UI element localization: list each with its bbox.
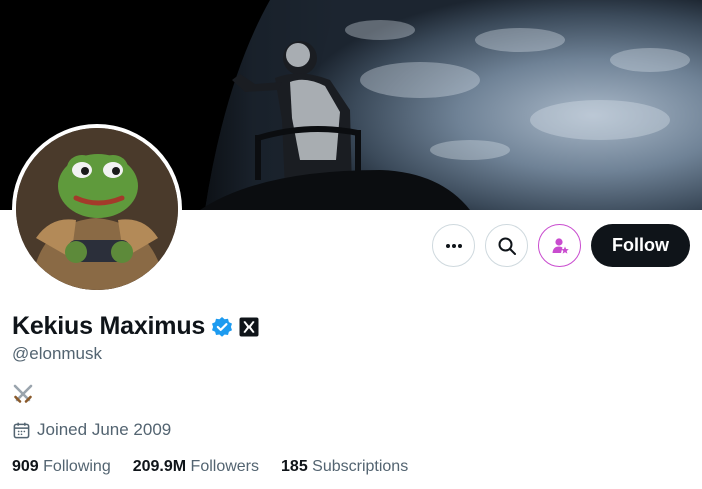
profile-avatar[interactable] bbox=[12, 124, 182, 294]
joined-date: Joined June 2009 bbox=[12, 420, 171, 440]
crossed-swords-icon bbox=[13, 384, 33, 403]
user-handle: @elonmusk bbox=[12, 344, 103, 363]
display-name: Kekius Maximus bbox=[12, 312, 206, 340]
subscriptions-count: 185 bbox=[281, 458, 313, 475]
pepe-warrior-avatar bbox=[16, 128, 178, 290]
followers-count: 209.9M bbox=[132, 458, 191, 475]
followers-label: Followers bbox=[190, 458, 260, 475]
verified-badge-icon[interactable] bbox=[211, 316, 233, 338]
search-button[interactable] bbox=[485, 224, 528, 267]
more-button[interactable] bbox=[432, 224, 475, 267]
calendar-icon bbox=[13, 422, 30, 438]
search-icon bbox=[498, 237, 516, 255]
joined-text: Joined June 2009 bbox=[37, 420, 172, 439]
subscribe-person-star-icon bbox=[552, 237, 569, 254]
following-label: Following bbox=[43, 458, 111, 475]
followers-link[interactable]: 209.9M Followers bbox=[133, 458, 259, 476]
following-count: 909 bbox=[12, 458, 44, 475]
profile-actions: Follow bbox=[432, 224, 690, 267]
subscribe-button[interactable] bbox=[538, 224, 581, 267]
avatar-image bbox=[16, 128, 178, 290]
follow-button[interactable]: Follow bbox=[591, 224, 690, 267]
subscriptions-label: Subscriptions bbox=[312, 458, 409, 475]
more-dots-icon bbox=[445, 243, 462, 248]
subscriptions-link[interactable]: 185 Subscriptions bbox=[281, 458, 408, 476]
profile-stats: 909 Following 209.9M Followers 185 Subsc… bbox=[12, 458, 408, 476]
following-link[interactable]: 909 Following bbox=[12, 458, 111, 476]
x-logo-badge-icon[interactable] bbox=[239, 317, 259, 337]
name-row: Kekius Maximus bbox=[12, 312, 259, 341]
